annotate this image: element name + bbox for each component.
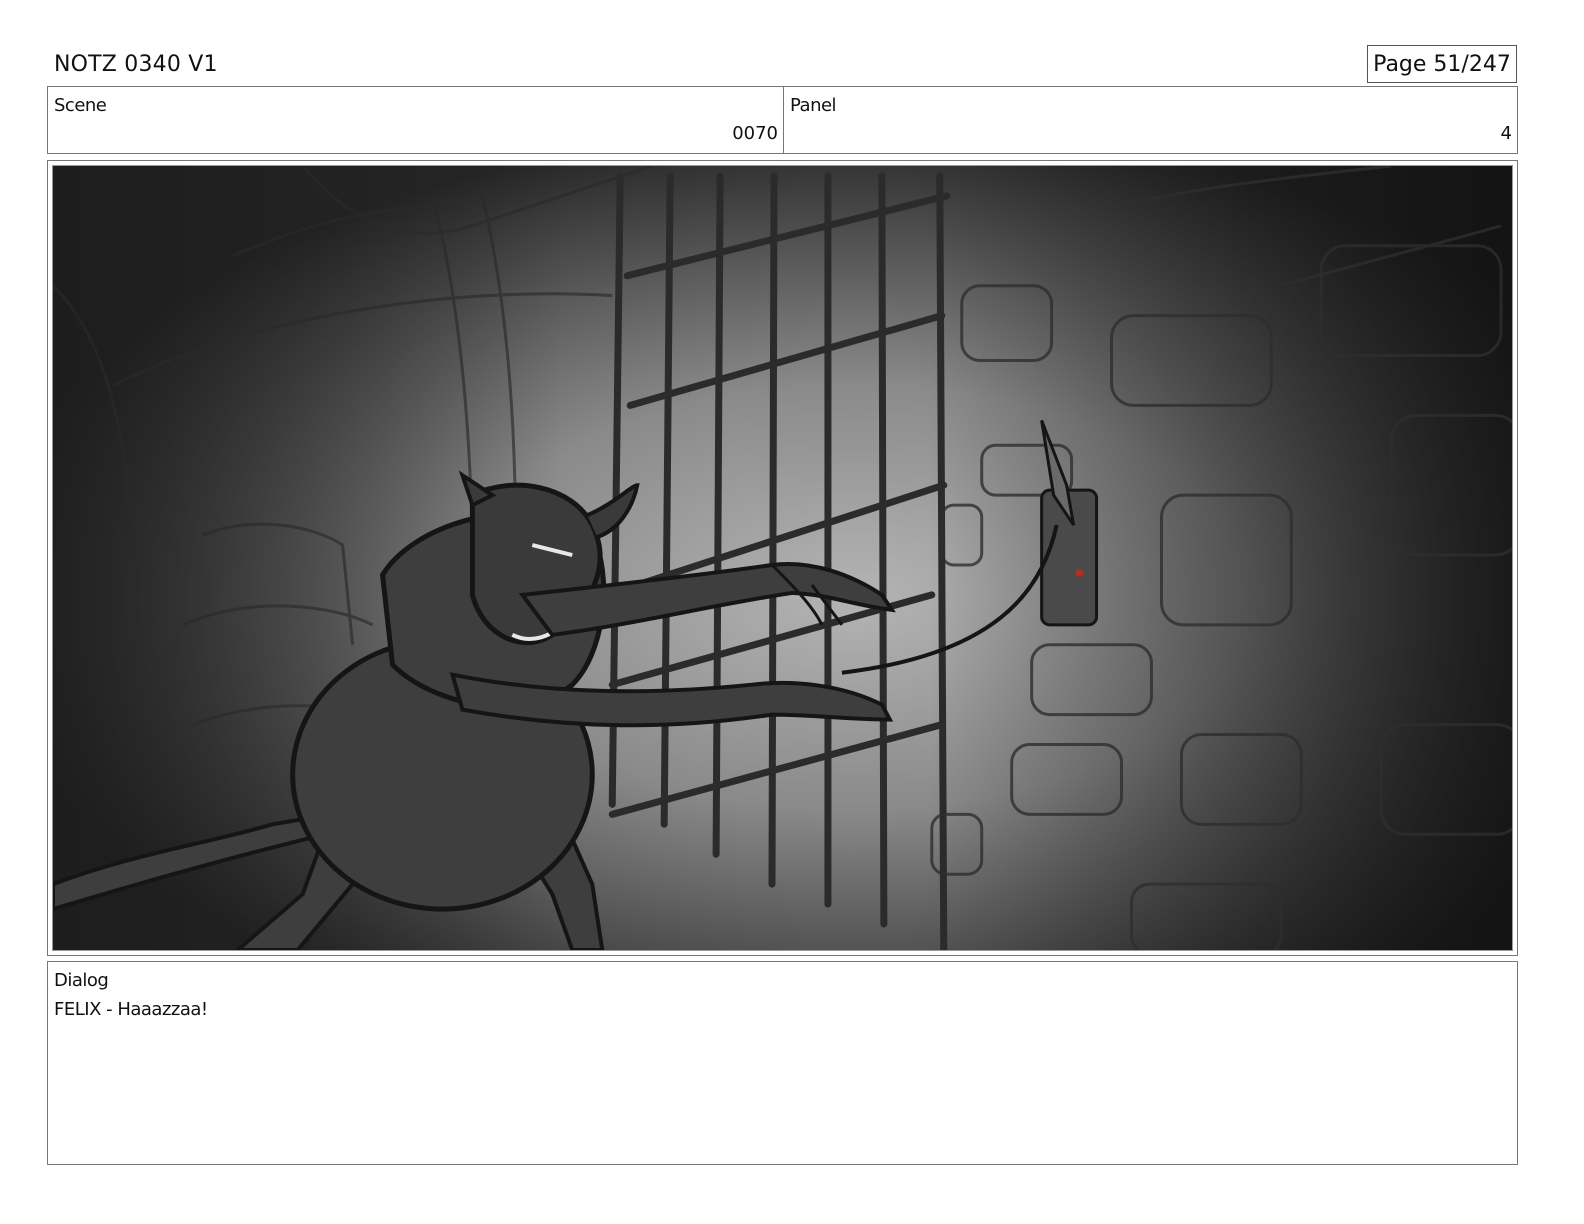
dialog-label: Dialog xyxy=(54,970,109,991)
storyboard-sketch-icon xyxy=(53,166,1512,950)
storyboard-image xyxy=(52,165,1513,951)
dialog-box: Dialog FELIX - Haaazzaa! xyxy=(47,961,1518,1165)
panel-label: Panel xyxy=(790,95,837,116)
storyboard-frame xyxy=(47,160,1518,956)
scene-number: 0070 xyxy=(732,123,778,144)
scene-panel-info-row: Scene 0070 Panel 4 xyxy=(47,86,1518,154)
panel-cell: Panel 4 xyxy=(784,87,1517,153)
dialog-text: FELIX - Haaazzaa! xyxy=(54,999,208,1020)
document-title: NOTZ 0340 V1 xyxy=(54,52,218,77)
scene-cell: Scene 0070 xyxy=(48,87,784,153)
scene-label: Scene xyxy=(54,95,107,116)
panel-number: 4 xyxy=(1500,123,1512,144)
page-number-box: Page 51/247 xyxy=(1367,45,1517,83)
